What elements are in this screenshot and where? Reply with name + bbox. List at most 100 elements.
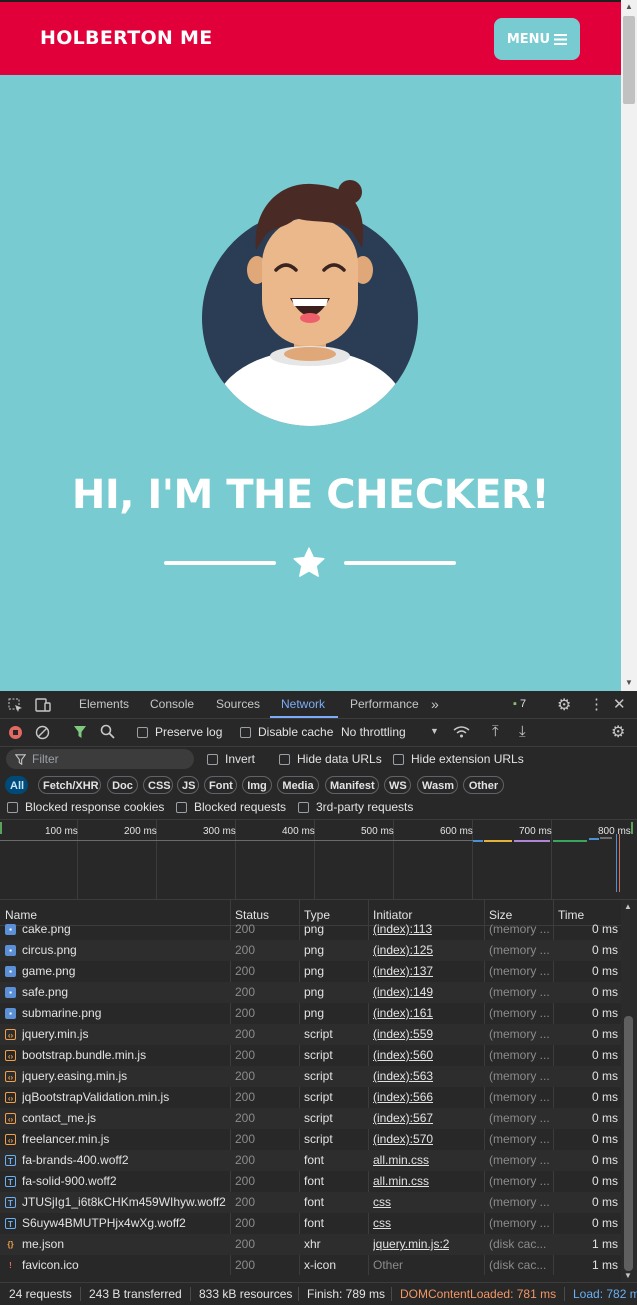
preserve-log-checkbox[interactable] (137, 727, 148, 738)
issues-badge[interactable]: ▪ 7 (513, 698, 526, 710)
hide-extension-urls-checkbox[interactable] (393, 754, 404, 765)
request-row[interactable]: ▪ safe.png 200 png (index):149 (memory ... 0 m… (0, 982, 621, 1003)
request-name[interactable]: jquery.min.js (22, 1027, 227, 1041)
request-initiator[interactable]: (index):559 (373, 1027, 433, 1041)
request-row[interactable]: ‹› jquery.easing.min.js 200 script (index):5… (0, 1066, 621, 1087)
request-row[interactable]: Tfa-brands-400.woff2 200 font all.min.css (m… (0, 1150, 621, 1171)
request-row[interactable]: Tfa-solid-900.woff2 200 font all.min.css (me… (0, 1171, 621, 1192)
column-header-type[interactable]: Type (304, 908, 330, 922)
request-name[interactable]: jquery.easing.min.js (22, 1069, 227, 1083)
filter-chip-js[interactable]: JS (177, 776, 199, 794)
filter-chip-ws[interactable]: WS (384, 776, 411, 794)
tab-elements[interactable]: Elements (79, 697, 129, 711)
network-conditions-icon[interactable] (453, 725, 470, 739)
network-overview-timeline[interactable]: 100 ms 200 ms 300 ms 400 ms 500 ms 600 m… (0, 820, 637, 900)
tab-network[interactable]: Network (281, 697, 325, 711)
site-brand[interactable]: HOLBERTON ME (40, 27, 213, 49)
request-initiator[interactable]: (index):113 (373, 924, 432, 936)
request-name[interactable]: fa-solid-900.woff2 (22, 1174, 227, 1188)
filter-chip-wasm[interactable]: Wasm (417, 776, 458, 794)
request-initiator[interactable]: (index):566 (373, 1090, 433, 1104)
close-devtools-icon[interactable]: ✕ (613, 695, 626, 713)
request-name[interactable]: me.json (22, 1237, 227, 1251)
filter-funnel-icon[interactable] (73, 725, 87, 739)
request-initiator[interactable]: all.min.css (373, 1174, 429, 1188)
requests-scroll-up-arrow[interactable]: ▲ (624, 902, 632, 911)
disable-cache-checkbox[interactable] (240, 727, 251, 738)
request-initiator[interactable]: (index):567 (373, 1111, 433, 1125)
settings-gear-icon[interactable]: ⚙ (557, 695, 571, 715)
request-row[interactable]: ▪ circus.png 200 png (index):125 (memory ... 0… (0, 940, 621, 961)
column-header-status[interactable]: Status (235, 908, 269, 922)
filter-chip-img[interactable]: Img (242, 776, 272, 794)
invert-checkbox[interactable] (207, 754, 218, 765)
request-name[interactable]: safe.png (22, 985, 227, 999)
request-row[interactable]: ‹› jqBootstrapValidation.min.js 200 script (… (0, 1087, 621, 1108)
blocked-requests-checkbox[interactable] (176, 802, 187, 813)
menu-button[interactable]: MENU (494, 18, 580, 60)
scroll-down-arrow[interactable]: ▼ (621, 676, 637, 690)
request-row[interactable]: ▪ submarine.png 200 png (index):161 (memory .… (0, 1003, 621, 1024)
filter-chip-other[interactable]: Other (463, 776, 504, 794)
request-initiator[interactable]: css (373, 1195, 391, 1209)
request-row[interactable]: ‹› bootstrap.bundle.min.js 200 script (index… (0, 1045, 621, 1066)
request-name[interactable]: S6uyw4BMUTPHjx4wXg.woff2 (22, 1216, 227, 1230)
request-name[interactable]: favicon.ico (22, 1258, 227, 1272)
request-row[interactable]: ‹› jquery.min.js 200 script (index):559 (memo… (0, 1024, 621, 1045)
network-settings-gear-icon[interactable]: ⚙ (611, 722, 625, 742)
request-initiator[interactable]: (index):161 (373, 1006, 433, 1020)
chevron-down-icon[interactable]: ▼ (430, 726, 439, 736)
more-tabs-icon[interactable]: » (431, 696, 439, 712)
request-name[interactable]: circus.png (22, 943, 227, 957)
inspect-element-icon[interactable] (8, 698, 23, 713)
hide-data-urls-checkbox[interactable] (279, 754, 290, 765)
requests-scroll-down-arrow[interactable]: ▼ (624, 1271, 632, 1280)
filter-chip-media[interactable]: Media (277, 776, 319, 794)
column-header-time[interactable]: Time (558, 908, 584, 922)
filter-chip-all[interactable]: All (5, 776, 28, 794)
page-scroll-thumb[interactable] (623, 16, 635, 104)
request-name[interactable]: bootstrap.bundle.min.js (22, 1048, 227, 1062)
column-header-size[interactable]: Size (489, 908, 512, 922)
filter-chip-manifest[interactable]: Manifest (325, 776, 379, 794)
request-initiator[interactable]: (index):149 (373, 985, 433, 999)
request-name[interactable]: freelancer.min.js (22, 1132, 227, 1146)
column-header-name[interactable]: Name (5, 908, 37, 922)
export-har-icon[interactable]: ⤓ (519, 723, 526, 740)
request-row[interactable]: T JTUSjIg1_i6t8kCHKm459WIhyw.woff2 200 font… (0, 1192, 621, 1213)
request-initiator[interactable]: (index):125 (373, 943, 433, 957)
filter-chip-doc[interactable]: Doc (107, 776, 138, 794)
filter-chip-font[interactable]: Font (204, 776, 237, 794)
request-initiator[interactable]: (index):570 (373, 1132, 433, 1146)
filter-chip-fetch-xhr[interactable]: Fetch/XHR (38, 776, 101, 794)
request-initiator[interactable]: css (373, 1216, 391, 1230)
blocked-cookies-checkbox[interactable] (7, 802, 18, 813)
request-name[interactable]: fa-brands-400.woff2 (22, 1153, 227, 1167)
device-toolbar-icon[interactable] (35, 698, 51, 713)
request-name[interactable]: submarine.png (22, 1006, 227, 1020)
request-name[interactable]: JTUSjIg1_i6t8kCHKm459WIhyw.woff2 (22, 1195, 227, 1209)
timeline-left-handle[interactable] (0, 822, 2, 834)
requests-scroll-thumb[interactable] (624, 1016, 633, 1271)
request-initiator[interactable]: (index):137 (373, 964, 433, 978)
request-name[interactable]: cake.png (22, 924, 227, 936)
throttling-select[interactable]: No throttling (341, 725, 406, 739)
kebab-menu-icon[interactable]: ⋮ (589, 695, 604, 713)
request-initiator[interactable]: (index):563 (373, 1069, 433, 1083)
scroll-up-arrow[interactable]: ▲ (621, 0, 637, 14)
request-initiator[interactable]: all.min.css (373, 1153, 429, 1167)
request-row[interactable]: ▪ game.png 200 png (index):137 (memory ... 0 m… (0, 961, 621, 982)
request-row[interactable]: ‹› freelancer.min.js 200 script (index):570 (… (0, 1129, 621, 1150)
request-row[interactable]: T S6uyw4BMUTPHjx4wXg.woff2 200 font css (memo… (0, 1213, 621, 1234)
request-initiator[interactable]: jquery.min.js:2 (373, 1237, 449, 1251)
request-name[interactable]: game.png (22, 964, 227, 978)
tab-console[interactable]: Console (150, 697, 194, 711)
import-har-icon[interactable]: ⤒ (492, 723, 499, 740)
third-party-checkbox[interactable] (298, 802, 309, 813)
timeline-right-handle[interactable] (631, 822, 633, 834)
search-icon[interactable] (100, 724, 115, 739)
request-row[interactable]: {} me.json 200 xhr jquery.min.js:2 (disk cac.… (0, 1234, 621, 1255)
filter-chip-css[interactable]: CSS (143, 776, 173, 794)
tab-sources[interactable]: Sources (216, 697, 260, 711)
tab-performance[interactable]: Performance (350, 697, 419, 711)
